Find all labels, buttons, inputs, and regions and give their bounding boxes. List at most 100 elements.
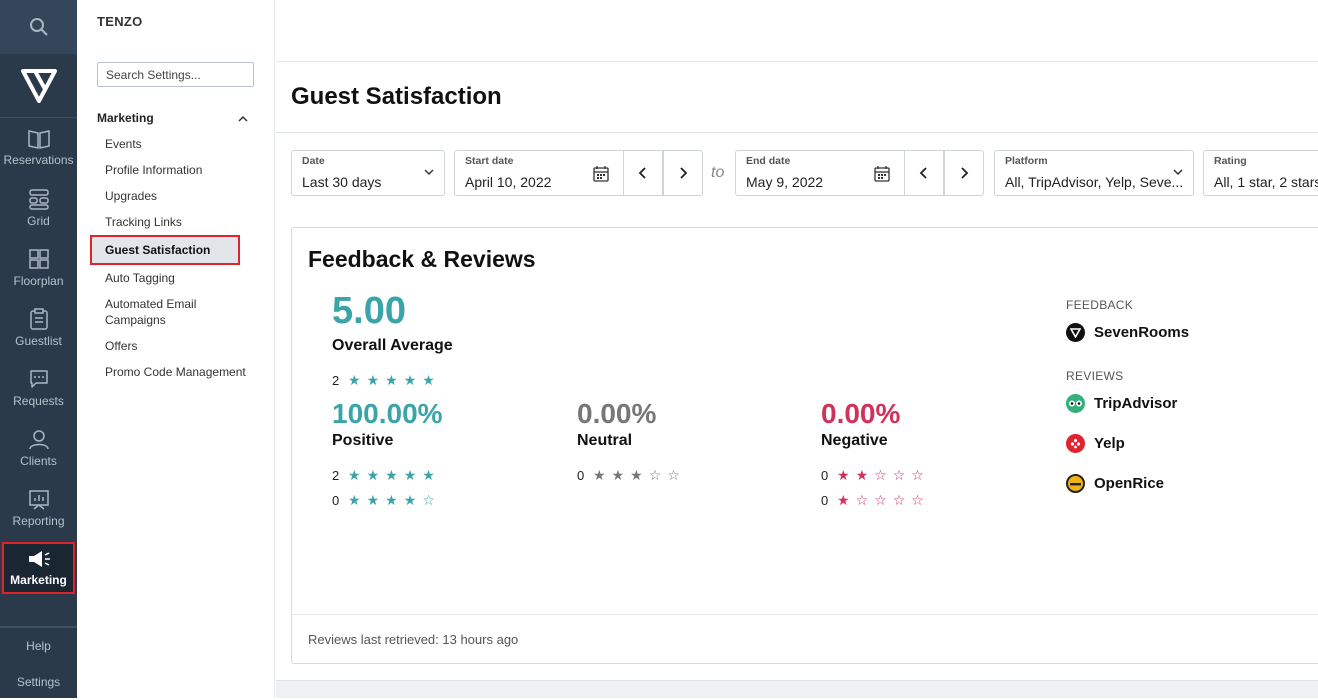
nav-help[interactable]: Help: [0, 628, 77, 664]
star-filled-icon: ★: [403, 492, 417, 508]
chat-icon: [29, 370, 48, 388]
start-next-button[interactable]: [663, 150, 703, 196]
menu-guest-satisfaction[interactable]: Guest Satisfaction: [90, 235, 240, 265]
menu-events[interactable]: Events: [97, 131, 254, 157]
card-footer-divider: [292, 614, 1318, 615]
end-date-input[interactable]: End date May 9, 2022: [735, 150, 905, 196]
menu-promo-code-management[interactable]: Promo Code Management: [97, 359, 254, 385]
date-label: Date: [302, 155, 325, 167]
menu-profile-information[interactable]: Profile Information: [97, 157, 254, 183]
start-date-input[interactable]: Start date April 10, 2022: [454, 150, 624, 196]
start-prev-button[interactable]: [623, 150, 663, 196]
star-filled-icon: ★: [837, 467, 850, 483]
page-title: Guest Satisfaction: [291, 83, 502, 110]
star-outline-icon: ☆: [911, 467, 924, 483]
book-icon: [27, 130, 50, 149]
feedback-reviews-card: Feedback & Reviews 5.00 Overall Average …: [291, 227, 1318, 664]
star-filled-icon: ★: [837, 492, 850, 508]
nav-label: Marketing: [10, 573, 67, 587]
star-filled-icon: ★: [422, 372, 435, 388]
row-count: 0: [821, 468, 829, 483]
yelp-icon: [1066, 434, 1085, 453]
nav-guestlist[interactable]: Guestlist: [0, 298, 77, 358]
chevron-down-icon: [424, 169, 434, 176]
top-bar: [276, 0, 1318, 62]
star-outline-icon: ☆: [874, 492, 887, 508]
star-filled-icon: ★: [630, 467, 643, 483]
nav-clients[interactable]: Clients: [0, 418, 77, 478]
menu-offers[interactable]: Offers: [97, 333, 254, 359]
nav-grid[interactable]: Grid: [0, 178, 77, 238]
star-rating-5: ★ ★ ★ ★ ★: [348, 372, 441, 389]
nav-floorplan[interactable]: Floorplan: [0, 238, 77, 298]
nav-bottom: Help Settings: [0, 626, 77, 700]
star-outline-icon: ☆: [648, 467, 662, 483]
row-count: 0: [577, 468, 585, 483]
platform-name: OpenRice: [1094, 475, 1165, 492]
menu-upgrades[interactable]: Upgrades: [97, 183, 254, 209]
sevenrooms-logo[interactable]: [0, 54, 77, 118]
platform-yelp[interactable]: Yelp: [1066, 434, 1125, 453]
platform-tripadvisor[interactable]: TripAdvisor: [1066, 394, 1177, 413]
platform-select[interactable]: Platform All, TripAdvisor, Yelp, Seve...: [994, 150, 1194, 196]
row-count: 0: [332, 493, 340, 508]
star-rating-1: ★ ☆ ☆ ☆ ☆: [837, 492, 930, 509]
star-filled-icon: ★: [385, 372, 398, 388]
reviews-heading: REVIEWS: [1066, 369, 1124, 383]
platform-label: Platform: [1005, 155, 1048, 167]
settings-search-input[interactable]: [97, 62, 254, 87]
nav-reporting[interactable]: Reporting: [0, 478, 77, 538]
main-nav: Reservations Grid Floorplan Guestlist Re…: [0, 0, 77, 698]
nav-settings[interactable]: Settings: [0, 664, 77, 700]
chevron-left-icon: [638, 167, 646, 179]
end-prev-button[interactable]: [904, 150, 944, 196]
calendar-icon: [874, 166, 890, 182]
menu-auto-tagging[interactable]: Auto Tagging: [97, 265, 254, 291]
negative-percent: 0.00%: [821, 398, 901, 429]
section-label: Marketing: [97, 111, 154, 125]
nav-requests[interactable]: Requests: [0, 358, 77, 418]
platform-sevenrooms[interactable]: SevenRooms: [1066, 323, 1189, 342]
platform-name: TripAdvisor: [1094, 395, 1178, 412]
grid-icon: [28, 189, 49, 210]
end-date-label: End date: [746, 155, 791, 167]
negative-row-2: 0 ★ ★ ☆ ☆ ☆: [821, 467, 930, 484]
marketing-menu: Events Profile Information Upgrades Trac…: [90, 131, 254, 385]
end-next-button[interactable]: [944, 150, 984, 196]
star-filled-icon: ★: [403, 372, 417, 388]
date-select[interactable]: Date Last 30 days: [291, 150, 445, 196]
menu-automated-email-campaigns[interactable]: Automated Email Campaigns: [97, 291, 254, 333]
platform-openrice[interactable]: OpenRice: [1066, 474, 1164, 493]
floorplan-icon: [28, 249, 49, 269]
end-date-value: May 9, 2022: [746, 174, 824, 190]
chevron-left-icon: [919, 167, 927, 179]
star-rating-2: ★ ★ ☆ ☆ ☆: [837, 467, 930, 484]
nav-label: Reporting: [12, 514, 65, 528]
chevron-right-icon: [680, 167, 688, 179]
sevenrooms-icon: [1066, 323, 1085, 342]
to-label: to: [711, 164, 725, 181]
positive-row-5: 2 ★ ★ ★ ★ ★: [332, 467, 441, 484]
star-rating-3: ★ ★ ★ ☆ ☆: [593, 467, 686, 484]
nav-reservations[interactable]: Reservations: [0, 118, 77, 178]
rating-select[interactable]: Rating All, 1 star, 2 stars: [1203, 150, 1318, 196]
nav-label: Reservations: [3, 153, 74, 167]
star-outline-icon: ☆: [892, 492, 906, 508]
star-outline-icon: ☆: [667, 467, 680, 483]
rating-label: Rating: [1214, 155, 1247, 167]
feedback-heading: FEEDBACK: [1066, 298, 1134, 312]
page-footer: [276, 680, 1318, 698]
row-count: 2: [332, 468, 340, 483]
positive-row-4: 0 ★ ★ ★ ★ ☆: [332, 492, 441, 509]
nav-label: Guestlist: [15, 334, 62, 348]
nav-search-button[interactable]: [0, 0, 77, 54]
start-date-label: Start date: [465, 155, 514, 167]
star-filled-icon: ★: [366, 372, 380, 388]
platform-value: All, TripAdvisor, Yelp, Seve...: [1005, 174, 1184, 190]
tripadvisor-icon: [1066, 394, 1085, 413]
logo-icon: [20, 68, 57, 103]
negative-row-1: 0 ★ ☆ ☆ ☆ ☆: [821, 492, 930, 509]
section-marketing[interactable]: Marketing: [97, 111, 254, 125]
menu-tracking-links[interactable]: Tracking Links: [97, 209, 254, 235]
nav-marketing[interactable]: Marketing: [2, 542, 75, 594]
